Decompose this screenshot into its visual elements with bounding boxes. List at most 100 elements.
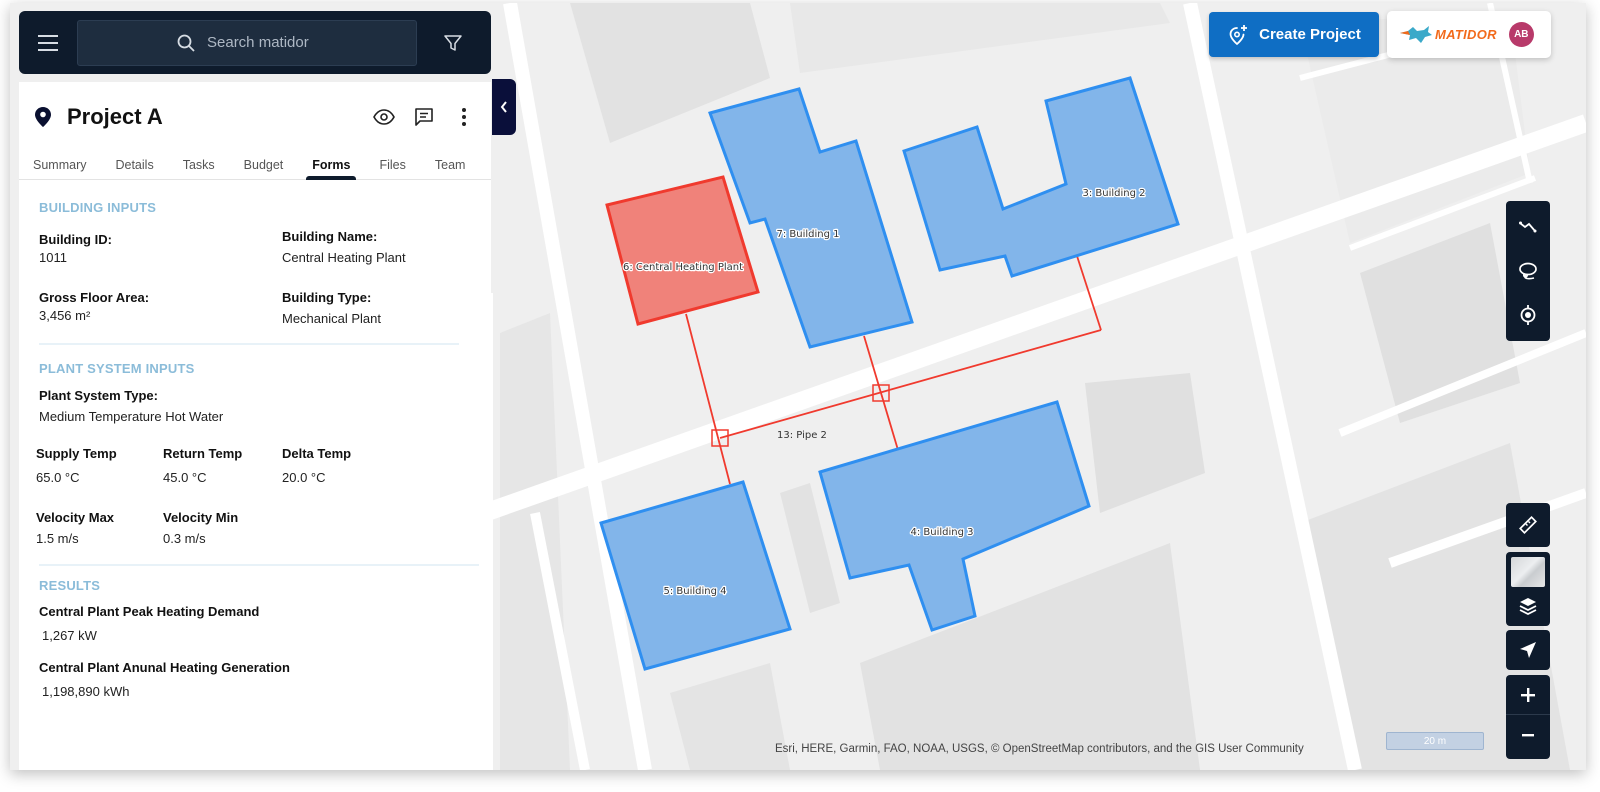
hamburger-icon	[38, 34, 58, 51]
tab-summary[interactable]: Summary	[33, 152, 86, 179]
eye-icon	[373, 109, 395, 125]
building-name-label: Building Name:	[282, 229, 378, 244]
search-bar	[19, 11, 491, 74]
section-divider	[39, 564, 479, 566]
annual-generation-label: Central Plant Anunal Heating Generation	[39, 660, 290, 675]
supply-temp-label: Supply Temp	[36, 446, 117, 461]
velocity-min-label: Velocity Min	[163, 510, 239, 525]
plant-system-type-value: Medium Temperature Hot Water	[39, 409, 224, 424]
tab-details[interactable]: Details	[115, 152, 153, 179]
lasso-icon	[1519, 262, 1537, 280]
velocity-max-label: Velocity Max	[36, 510, 115, 525]
building-id-label: Building ID:	[39, 232, 112, 247]
tab-tasks[interactable]: Tasks	[183, 152, 215, 179]
building-label: 6: Central Heating Plant	[623, 262, 743, 273]
building-type-label: Building Type:	[282, 290, 372, 305]
polyline-icon	[1519, 221, 1537, 233]
comments-button[interactable]	[411, 104, 437, 130]
delta-temp-value: 20.0 °C	[282, 470, 326, 485]
plus-icon	[1521, 687, 1535, 702]
panel-header: Project A	[19, 82, 491, 152]
zoom-in-button[interactable]	[1506, 675, 1550, 715]
plant-system-type-label: Plant System Type:	[39, 388, 158, 403]
create-project-label: Create Project	[1259, 26, 1361, 43]
tab-team[interactable]: Team	[435, 152, 466, 179]
gross-floor-area-value: 3,456 m²	[39, 308, 91, 323]
filter-icon	[444, 34, 462, 51]
pipe-segment[interactable]	[685, 313, 731, 485]
delta-temp-label: Delta Temp	[282, 446, 352, 461]
building-polygon[interactable]	[708, 87, 914, 349]
peak-demand-label: Central Plant Peak Heating Demand	[39, 604, 260, 619]
pipe-label: 13: Pipe 2	[777, 430, 827, 441]
section-divider	[39, 343, 459, 345]
filter-button[interactable]	[417, 11, 489, 74]
tab-budget[interactable]: Budget	[244, 152, 284, 179]
navigation-arrow-icon	[1520, 642, 1536, 658]
matidor-logo-icon	[1400, 25, 1432, 43]
more-options-button[interactable]	[451, 104, 477, 130]
supply-temp-value: 65.0 °C	[36, 470, 80, 485]
lasso-select-button[interactable]	[1506, 249, 1550, 293]
scale-bar: 20 m	[1386, 732, 1484, 750]
ruler-icon	[1519, 516, 1537, 534]
comment-icon	[415, 108, 433, 126]
peak-demand-value: 1,267 kW	[42, 628, 97, 643]
project-tabs: Summary Details Tasks Budget Forms Files…	[19, 152, 491, 180]
location-pin-icon	[35, 107, 51, 127]
map-attribution: Esri, HERE, Garmin, FAO, NOAA, USGS, © O…	[775, 743, 1304, 755]
building-label: 3: Building 2	[1082, 188, 1145, 199]
chevron-left-icon	[500, 101, 507, 113]
building-label: 7: Building 1	[776, 229, 839, 240]
building-polygon[interactable]	[902, 76, 1180, 278]
building-label: 4: Building 3	[910, 527, 973, 538]
menu-button[interactable]	[19, 11, 77, 74]
building-label: 5: Building 4	[663, 586, 726, 597]
create-project-button[interactable]: Create Project	[1209, 12, 1379, 57]
navigate-tool-group	[1506, 630, 1550, 670]
central-plant-polygon[interactable]	[605, 175, 760, 326]
minus-icon	[1522, 734, 1534, 737]
brand-name: MATIDOR	[1435, 27, 1497, 42]
locate-point-button[interactable]	[1506, 293, 1550, 337]
return-temp-label: Return Temp	[163, 446, 243, 461]
section-results: RESULTS	[39, 578, 101, 593]
zoom-out-button[interactable]	[1506, 715, 1550, 757]
search-input[interactable]	[207, 34, 317, 51]
scale-label: 20 m	[1423, 735, 1447, 747]
app-window: 13: Pipe 2 6: Central Heating Plant 7: Bu…	[10, 3, 1586, 770]
return-temp-value: 45.0 °C	[163, 470, 207, 485]
more-vertical-icon	[462, 108, 466, 126]
section-building-inputs: BUILDING INPUTS	[39, 200, 157, 215]
zoom-controls	[1506, 675, 1550, 759]
section-plant-system-inputs: PLANT SYSTEM INPUTS	[39, 361, 195, 376]
user-avatar[interactable]: AB	[1508, 22, 1534, 47]
measure-tool-group	[1506, 503, 1550, 547]
velocity-min-value: 0.3 m/s	[163, 531, 206, 546]
layers-button[interactable]	[1506, 587, 1550, 625]
my-location-button[interactable]	[1506, 630, 1550, 670]
basemap-tool-group	[1506, 552, 1550, 626]
target-icon	[1520, 305, 1536, 325]
layers-icon	[1519, 598, 1537, 615]
collapse-panel-button[interactable]	[492, 79, 516, 135]
drawing-tools	[1506, 201, 1550, 341]
basemap-thumbnail[interactable]	[1511, 557, 1545, 587]
tab-files[interactable]: Files	[379, 152, 405, 179]
forms-content: BUILDING INPUTS Building ID: 1011 Buildi…	[19, 180, 491, 770]
view-button[interactable]	[371, 104, 397, 130]
draw-line-button[interactable]	[1506, 205, 1550, 249]
building-id-value: 1011	[39, 250, 67, 265]
project-title: Project A	[67, 104, 163, 129]
building-name-value: Central Heating Plant	[282, 250, 406, 265]
search-icon	[177, 34, 195, 52]
brand-box: MATIDOR AB	[1387, 11, 1551, 58]
search-field[interactable]	[77, 19, 417, 66]
add-location-icon	[1229, 24, 1248, 45]
measure-button[interactable]	[1506, 503, 1550, 547]
tab-forms[interactable]: Forms	[306, 152, 357, 180]
gross-floor-area-label: Gross Floor Area:	[39, 290, 150, 305]
building-type-value: Mechanical Plant	[282, 311, 381, 326]
project-panel: Project A Summary Details Tasks Budget F…	[19, 82, 491, 770]
annual-generation-value: 1,198,890 kWh	[42, 684, 130, 699]
